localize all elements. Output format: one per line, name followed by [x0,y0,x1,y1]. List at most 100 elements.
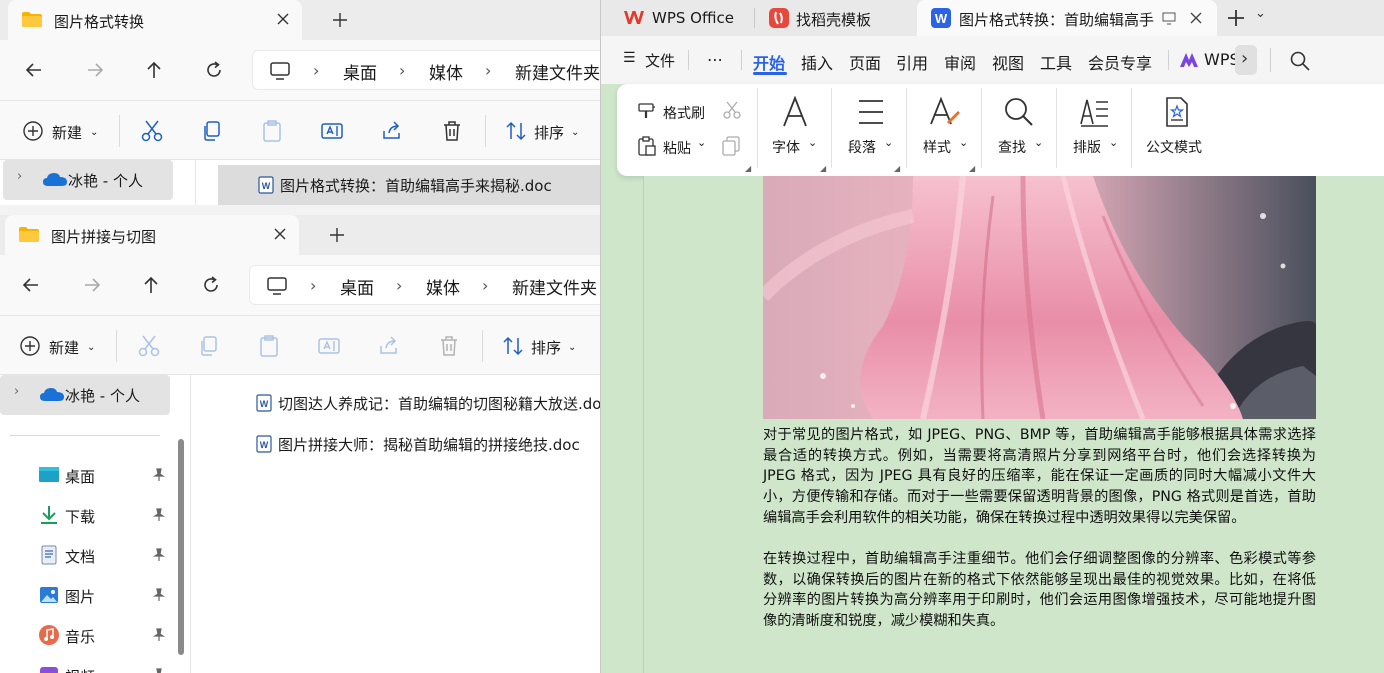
address-bar[interactable]: › 桌面 › 媒体 › 新建文件夹 [249,265,600,305]
new-tab-icon[interactable] [1225,7,1247,29]
pin-icon[interactable] [152,468,166,482]
menu-page[interactable]: 页面 [849,50,881,74]
font-group[interactable]: 字体 ⌄ ◢ [758,84,832,176]
group-expand-icon[interactable]: ◢ [745,164,751,173]
pin-icon[interactable] [152,588,166,602]
sidebar-scrollbar[interactable] [178,439,184,655]
chevron-down-icon[interactable]: ⌄ [1255,6,1266,21]
delete-icon[interactable] [437,334,461,358]
file-item[interactable]: W 图片格式转换：首助编辑高手来揭秘.doc [258,170,598,200]
quick-access-item[interactable]: 音乐 [38,615,178,655]
copy-icon[interactable] [197,334,221,358]
forward-icon[interactable] [81,274,103,296]
document-paragraph[interactable]: 对于常见的图片格式，如 JPEG、PNG、BMP 等，首助编辑高手能够根据具体需… [763,425,1316,529]
breadcrumb-item[interactable]: 新建文件夹 [515,59,600,84]
up-icon[interactable] [140,274,162,296]
menu-scroll-right-button[interactable]: › [1235,45,1257,75]
paste-icon[interactable] [257,334,281,358]
menu-file[interactable]: 文件 [645,50,675,71]
sidebar-item-onedrive[interactable]: › 冰艳 - 个人 [3,160,173,200]
sort-button[interactable]: 排序 [534,122,564,143]
copy-icon[interactable] [721,135,741,157]
new-icon[interactable] [22,119,44,143]
menu-home[interactable]: 开始 [753,50,785,74]
pin-icon[interactable] [152,548,166,562]
back-icon[interactable] [23,59,45,81]
paste-button[interactable]: 粘贴 [663,138,691,158]
document-paragraph[interactable]: 在转换过程中，首助编辑高手注重细节。他们会仔细调整图像的分辨率、色彩模式等参数，… [763,549,1316,632]
close-icon[interactable] [271,225,289,243]
explorer-tab[interactable]: 图片拼接与切图 [5,215,299,255]
new-tab-icon[interactable] [327,225,347,245]
quick-access-item[interactable]: 桌面 [38,455,178,495]
group-expand-icon[interactable]: ◢ [969,164,975,173]
new-icon[interactable] [19,334,41,358]
address-bar[interactable]: › 桌面 › 媒体 › 新建文件夹 [252,50,600,90]
breadcrumb-item[interactable]: 新建文件夹 [512,274,597,299]
search-icon[interactable] [1289,50,1311,72]
paragraph-group[interactable]: 段落 ⌄ ◢ [832,84,906,176]
paste-icon[interactable] [637,135,657,157]
breadcrumb-item[interactable]: 媒体 [426,274,460,299]
format-painter-icon[interactable] [637,100,657,120]
quick-access-item[interactable]: 图片 [38,575,178,615]
menu-tools[interactable]: 工具 [1040,50,1072,74]
find-group[interactable]: 查找 ⌄ [982,84,1056,176]
explorer-tab[interactable]: 图片格式转换 [8,0,302,40]
official-mode-group[interactable]: 公文模式 [1132,84,1222,176]
up-icon[interactable] [143,59,165,81]
chevron-right-icon[interactable]: › [17,169,22,184]
sort-button[interactable]: 排序 [531,337,561,358]
pin-icon[interactable] [152,508,166,522]
group-expand-icon[interactable]: ◢ [820,164,826,173]
paste-icon[interactable] [260,119,284,143]
sidebar-item-onedrive[interactable]: › 冰艳 - 个人 [0,375,170,415]
close-icon[interactable] [1187,9,1205,27]
document-image[interactable] [763,176,1316,419]
menu-wps-ai[interactable]: WPS [1204,50,1236,69]
sort-icon[interactable] [504,119,528,143]
pin-icon[interactable] [152,668,166,673]
new-tab-icon[interactable] [330,10,350,30]
menu-view[interactable]: 视图 [992,50,1024,74]
layout-group[interactable]: 排版 ⌄ [1057,84,1131,176]
format-painter-button[interactable]: 格式刷 [663,103,705,123]
wps-home-tab[interactable]: WPS Office [607,0,747,36]
breadcrumb-item[interactable]: 桌面 [343,59,377,84]
breadcrumb-item[interactable]: 媒体 [429,59,463,84]
docer-template-tab[interactable]: 找稻壳模板 [759,0,909,36]
monitor-icon[interactable] [1161,10,1177,26]
quick-access-item[interactable]: 视频 [38,655,178,673]
hamburger-icon[interactable]: ☰ [623,50,636,66]
menu-insert[interactable]: 插入 [801,50,833,74]
delete-icon[interactable] [440,119,464,143]
back-icon[interactable] [20,274,42,296]
cut-icon[interactable] [721,100,743,120]
rename-icon[interactable] [320,119,344,143]
rename-icon[interactable] [317,334,341,358]
group-expand-icon[interactable]: ◢ [894,164,900,173]
menu-membership[interactable]: 会员专享 [1088,50,1152,74]
chevron-down-icon[interactable]: ⌄ [697,136,706,149]
share-icon[interactable] [380,119,404,143]
quick-access-item[interactable]: 下载 [38,495,178,535]
share-icon[interactable] [377,334,401,358]
close-icon[interactable] [274,10,292,28]
chevron-right-icon[interactable]: › [14,384,19,399]
new-button[interactable]: 新建 [52,122,82,143]
sort-icon[interactable] [501,334,525,358]
copy-icon[interactable] [200,119,224,143]
menu-review[interactable]: 审阅 [944,50,976,74]
file-item[interactable]: W 图片拼接大师：揭秘首助编辑的拼接绝技.doc [256,429,600,459]
new-button[interactable]: 新建 [49,337,79,358]
style-group[interactable]: 样式 ⌄ ◢ [907,84,981,176]
document-tab-active[interactable]: W 图片格式转换：首助编辑高手 [917,0,1217,36]
cut-icon[interactable] [140,119,164,143]
breadcrumb-item[interactable]: 桌面 [340,274,374,299]
menu-more[interactable]: ⋯ [707,50,723,69]
cut-icon[interactable] [137,334,161,358]
quick-access-item[interactable]: 文档 [38,535,178,575]
forward-icon[interactable] [84,59,106,81]
file-row-selected[interactable]: W 图片格式转换：首助编辑高手来揭秘.doc [218,165,600,205]
refresh-icon[interactable] [200,274,222,296]
